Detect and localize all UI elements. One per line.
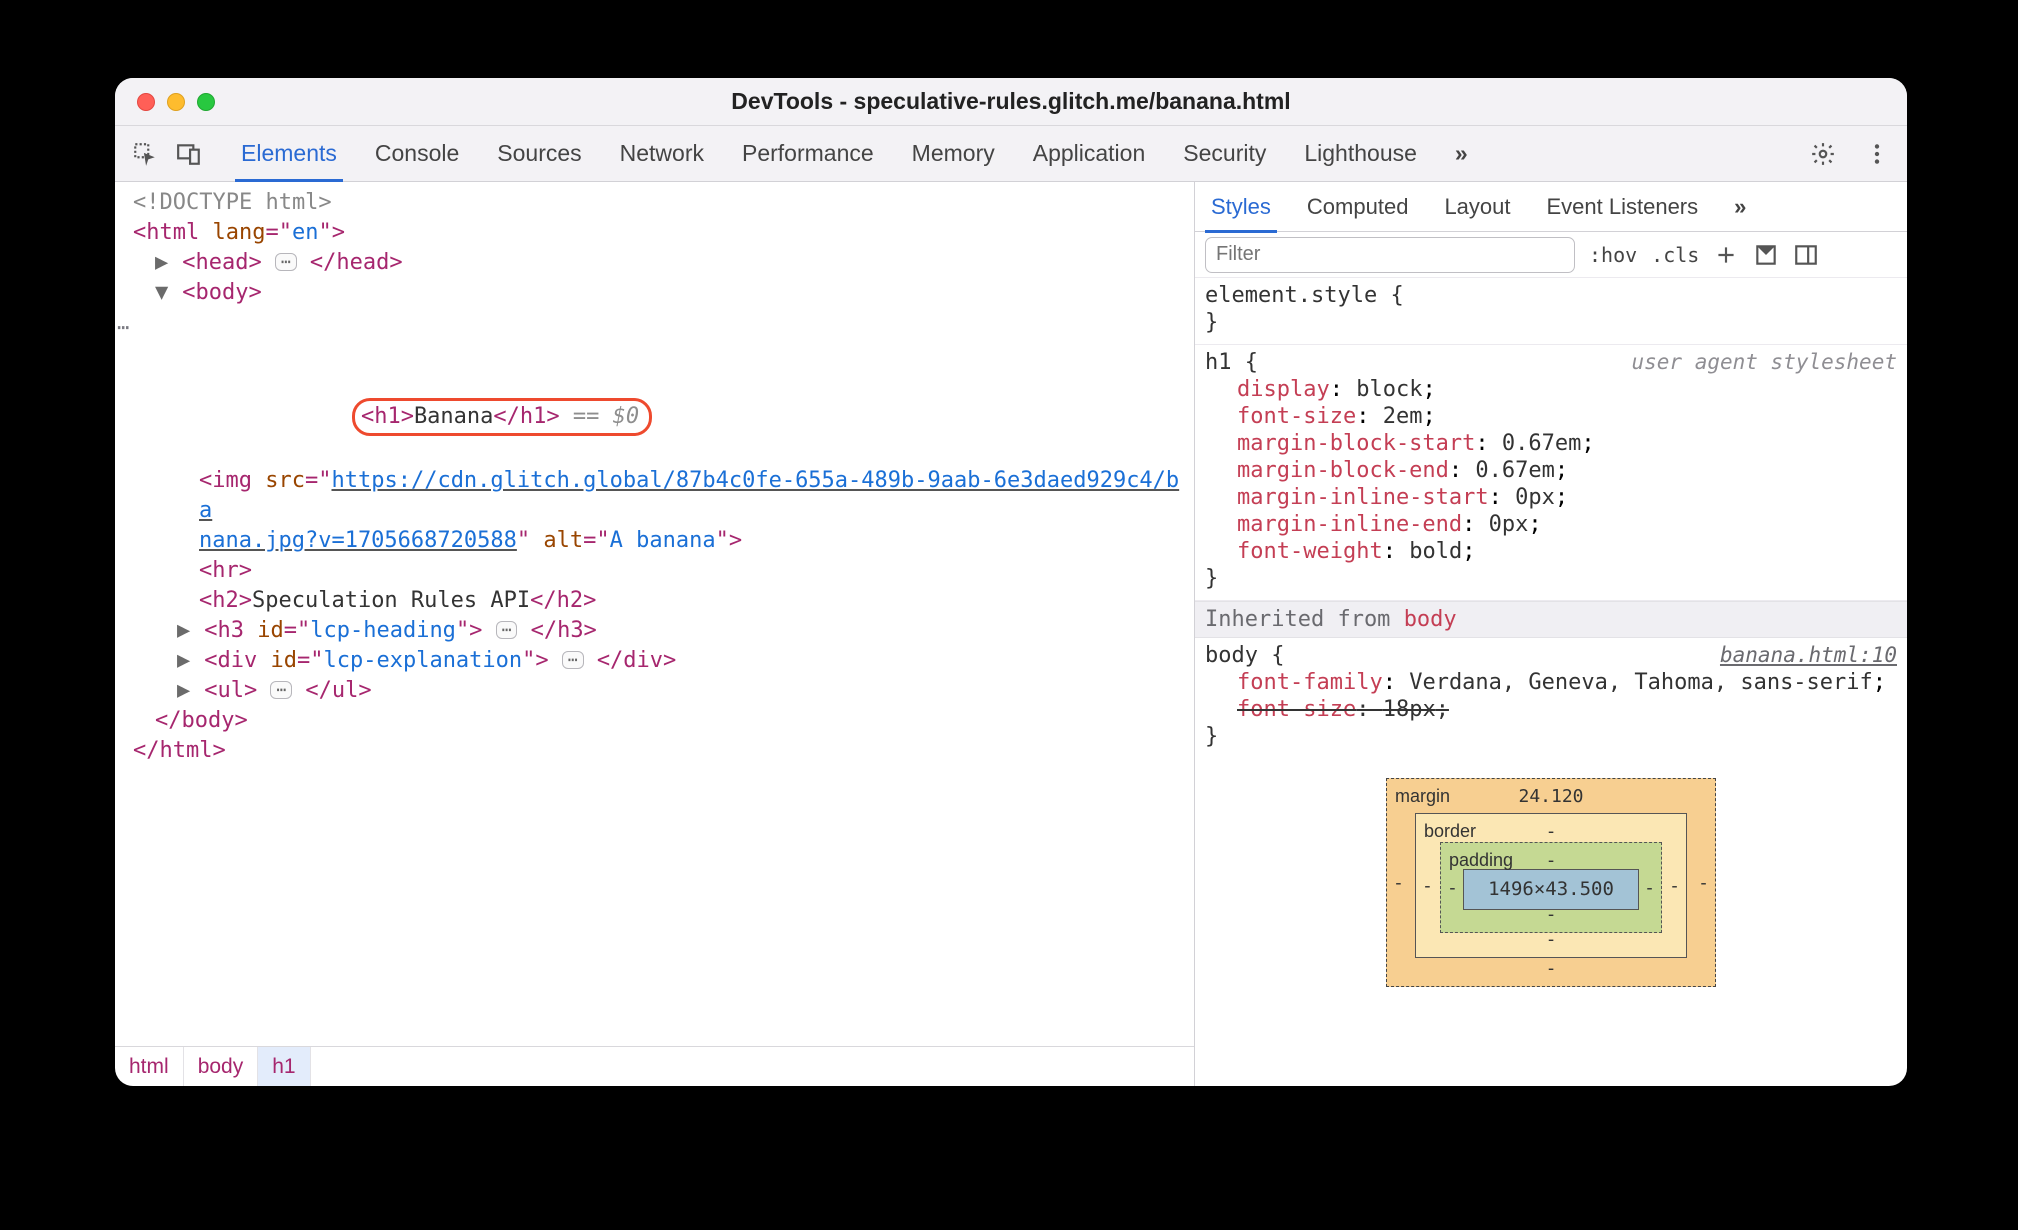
stab-styles[interactable]: Styles [1205, 184, 1277, 233]
main-tabs: Elements Console Sources Network Perform… [235, 128, 1797, 179]
toggle-sidebar-icon[interactable] [1793, 242, 1819, 268]
tab-network[interactable]: Network [614, 128, 710, 179]
tab-performance[interactable]: Performance [736, 128, 880, 179]
new-rule-icon[interactable] [1713, 242, 1739, 268]
box-model-border[interactable]: border - - - - padding - - - [1415, 813, 1687, 958]
tabs-overflow-icon[interactable]: » [1449, 128, 1474, 179]
dom-html-close[interactable]: </html> [133, 736, 1194, 766]
annotation-circle: <h1>Banana</h1> == $0 [352, 398, 652, 436]
crumb-body[interactable]: body [184, 1047, 259, 1086]
rule-h1[interactable]: user agent stylesheet h1 { display: bloc… [1195, 345, 1907, 601]
css-declaration[interactable]: font-weight: bold; [1205, 538, 1897, 565]
breadcrumb: html body h1 [115, 1046, 1194, 1086]
rule-source-link[interactable]: banana.html:10 [1720, 643, 1897, 667]
dom-ul[interactable]: ▶ <ul> ⋯ </ul> [133, 676, 1194, 706]
dom-html-open[interactable]: <html lang="en"> [133, 218, 1194, 248]
dom-hr[interactable]: <hr> [133, 556, 1194, 586]
computed-styles-icon[interactable] [1753, 242, 1779, 268]
box-model-margin[interactable]: margin 24.120 - - - border - - - - [1386, 778, 1716, 987]
css-declaration[interactable]: margin-inline-start: 0px; [1205, 484, 1897, 511]
elements-panel: <!DOCTYPE html> <html lang="en"> ▶ <head… [115, 182, 1195, 1086]
devtools-window: DevTools - speculative-rules.glitch.me/b… [115, 78, 1907, 1086]
hov-toggle[interactable]: hov [1589, 243, 1637, 267]
window-title: DevTools - speculative-rules.glitch.me/b… [115, 88, 1907, 115]
crumb-html[interactable]: html [115, 1047, 184, 1086]
tab-memory[interactable]: Memory [906, 128, 1001, 179]
styles-toolbar: hov cls [1195, 232, 1907, 278]
dom-h1-selected[interactable]: ⋯ <h1>Banana</h1> == $0 [133, 308, 1194, 466]
css-declaration[interactable]: font-family: Verdana, Geneva, Tahoma, sa… [1205, 669, 1897, 696]
css-declaration[interactable]: font-size: 2em; [1205, 403, 1897, 430]
stab-event-listeners[interactable]: Event Listeners [1541, 184, 1705, 230]
device-toolbar-icon[interactable] [171, 136, 207, 172]
inherited-from-bar: Inherited from body [1195, 601, 1907, 638]
dom-h2[interactable]: <h2>Speculation Rules API</h2> [133, 586, 1194, 616]
row-actions-icon[interactable]: ⋯ [117, 312, 130, 342]
stab-computed[interactable]: Computed [1301, 184, 1415, 230]
box-model-padding[interactable]: padding - - - - 1496×43.500 [1440, 842, 1662, 933]
dom-h3[interactable]: ▶ <h3 id="lcp-heading"> ⋯ </h3> [133, 616, 1194, 646]
css-declaration[interactable]: margin-block-end: 0.67em; [1205, 457, 1897, 484]
tab-lighthouse[interactable]: Lighthouse [1298, 128, 1423, 179]
dom-img[interactable]: <img src="https://cdn.glitch.global/87b4… [133, 466, 1194, 556]
rule-source-ua: user agent stylesheet [1631, 349, 1897, 376]
css-declaration[interactable]: margin-inline-end: 0px; [1205, 511, 1897, 538]
tab-application[interactable]: Application [1027, 128, 1152, 179]
styles-tabs: Styles Computed Layout Event Listeners » [1195, 182, 1907, 232]
crumb-h1[interactable]: h1 [258, 1047, 310, 1086]
tab-sources[interactable]: Sources [491, 128, 587, 179]
settings-gear-icon[interactable] [1805, 136, 1841, 172]
dom-tree[interactable]: <!DOCTYPE html> <html lang="en"> ▶ <head… [115, 182, 1194, 1046]
inspect-element-icon[interactable] [127, 136, 163, 172]
more-menu-icon[interactable] [1859, 136, 1895, 172]
dom-body-close[interactable]: </body> [133, 706, 1194, 736]
stab-layout[interactable]: Layout [1438, 184, 1516, 230]
main-tabbar: Elements Console Sources Network Perform… [115, 126, 1907, 182]
rule-element-style[interactable]: element.style { } [1195, 278, 1907, 345]
tab-elements[interactable]: Elements [235, 128, 343, 182]
styles-filter-input[interactable] [1205, 237, 1575, 273]
rule-body[interactable]: banana.html:10 body { font-family: Verda… [1195, 638, 1907, 754]
css-declaration[interactable]: font-size: 18px; [1205, 696, 1897, 723]
styles-tabs-overflow-icon[interactable]: » [1728, 184, 1752, 230]
tab-security[interactable]: Security [1177, 128, 1272, 179]
css-declaration[interactable]: display: block; [1205, 376, 1897, 403]
dom-body-open[interactable]: ▼ <body> [133, 278, 1194, 308]
box-model[interactable]: margin 24.120 - - - border - - - - [1195, 754, 1907, 987]
dom-doctype[interactable]: <!DOCTYPE html> [133, 188, 1194, 218]
cls-toggle[interactable]: cls [1651, 243, 1699, 267]
css-declaration[interactable]: margin-block-start: 0.67em; [1205, 430, 1897, 457]
dom-head[interactable]: ▶ <head> ⋯ </head> [133, 248, 1194, 278]
tab-console[interactable]: Console [369, 128, 465, 179]
style-rules[interactable]: element.style { } user agent stylesheet … [1195, 278, 1907, 1086]
styles-panel: Styles Computed Layout Event Listeners »… [1195, 182, 1907, 1086]
titlebar: DevTools - speculative-rules.glitch.me/b… [115, 78, 1907, 126]
dom-div[interactable]: ▶ <div id="lcp-explanation"> ⋯ </div> [133, 646, 1194, 676]
